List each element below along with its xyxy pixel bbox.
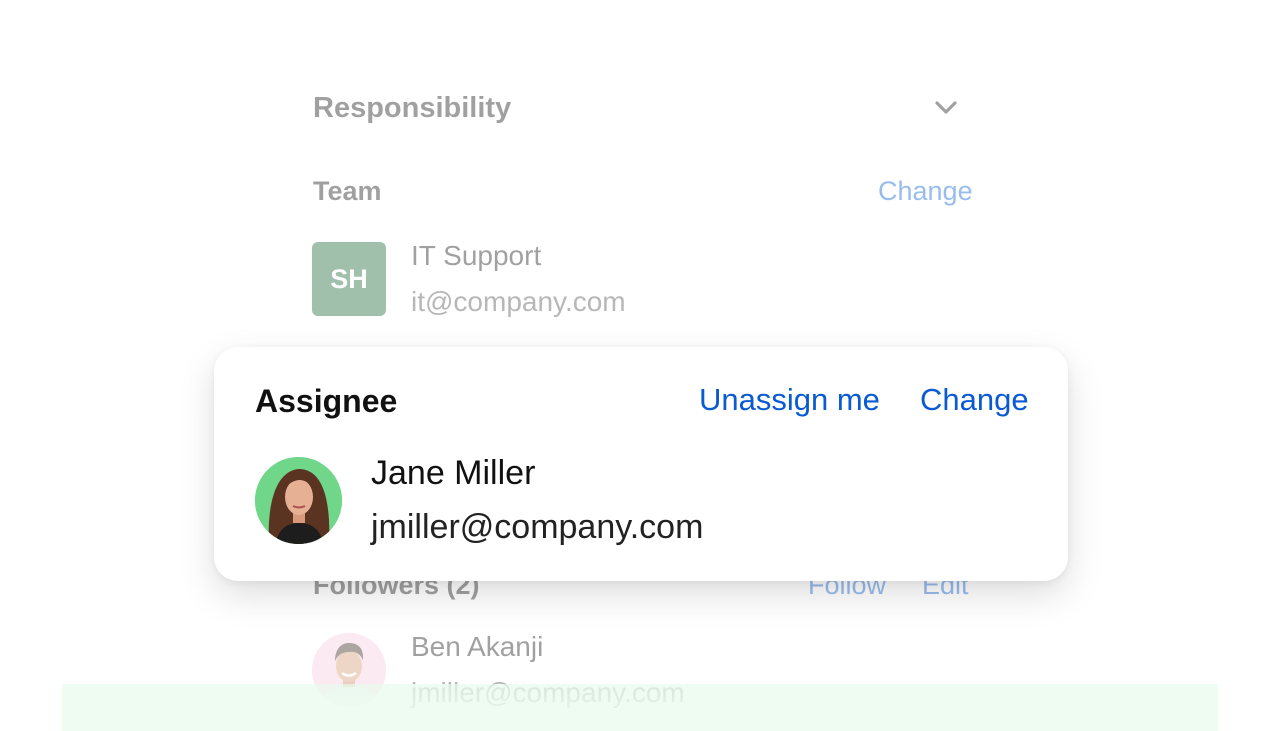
team-email: it@company.com <box>411 286 626 317</box>
unassign-me-link[interactable]: Unassign me <box>699 382 880 418</box>
team-avatar-initials: SH <box>330 263 368 294</box>
assignee-change-link[interactable]: Change <box>920 382 1029 418</box>
section-title: Responsibility <box>313 92 512 124</box>
assignee-name: Jane Miller <box>371 454 536 492</box>
team-change-link[interactable]: Change <box>878 176 973 207</box>
assignee-title: Assignee <box>255 383 398 419</box>
responsibility-section-header[interactable]: Responsibility <box>313 88 973 132</box>
assignee-avatar <box>255 457 342 544</box>
footer-highlight <box>62 684 1218 731</box>
team-label: Team <box>313 176 382 206</box>
chevron-down-icon[interactable] <box>933 94 959 120</box>
assignee-card: Assignee Unassign me Change Jane Miller … <box>214 347 1068 581</box>
team-avatar: SH <box>312 242 386 316</box>
assignee-avatar-image <box>255 457 342 544</box>
assignee-email: jmiller@company.com <box>371 508 704 546</box>
team-name: IT Support <box>411 240 542 271</box>
follower-name: Ben Akanji <box>411 631 544 662</box>
